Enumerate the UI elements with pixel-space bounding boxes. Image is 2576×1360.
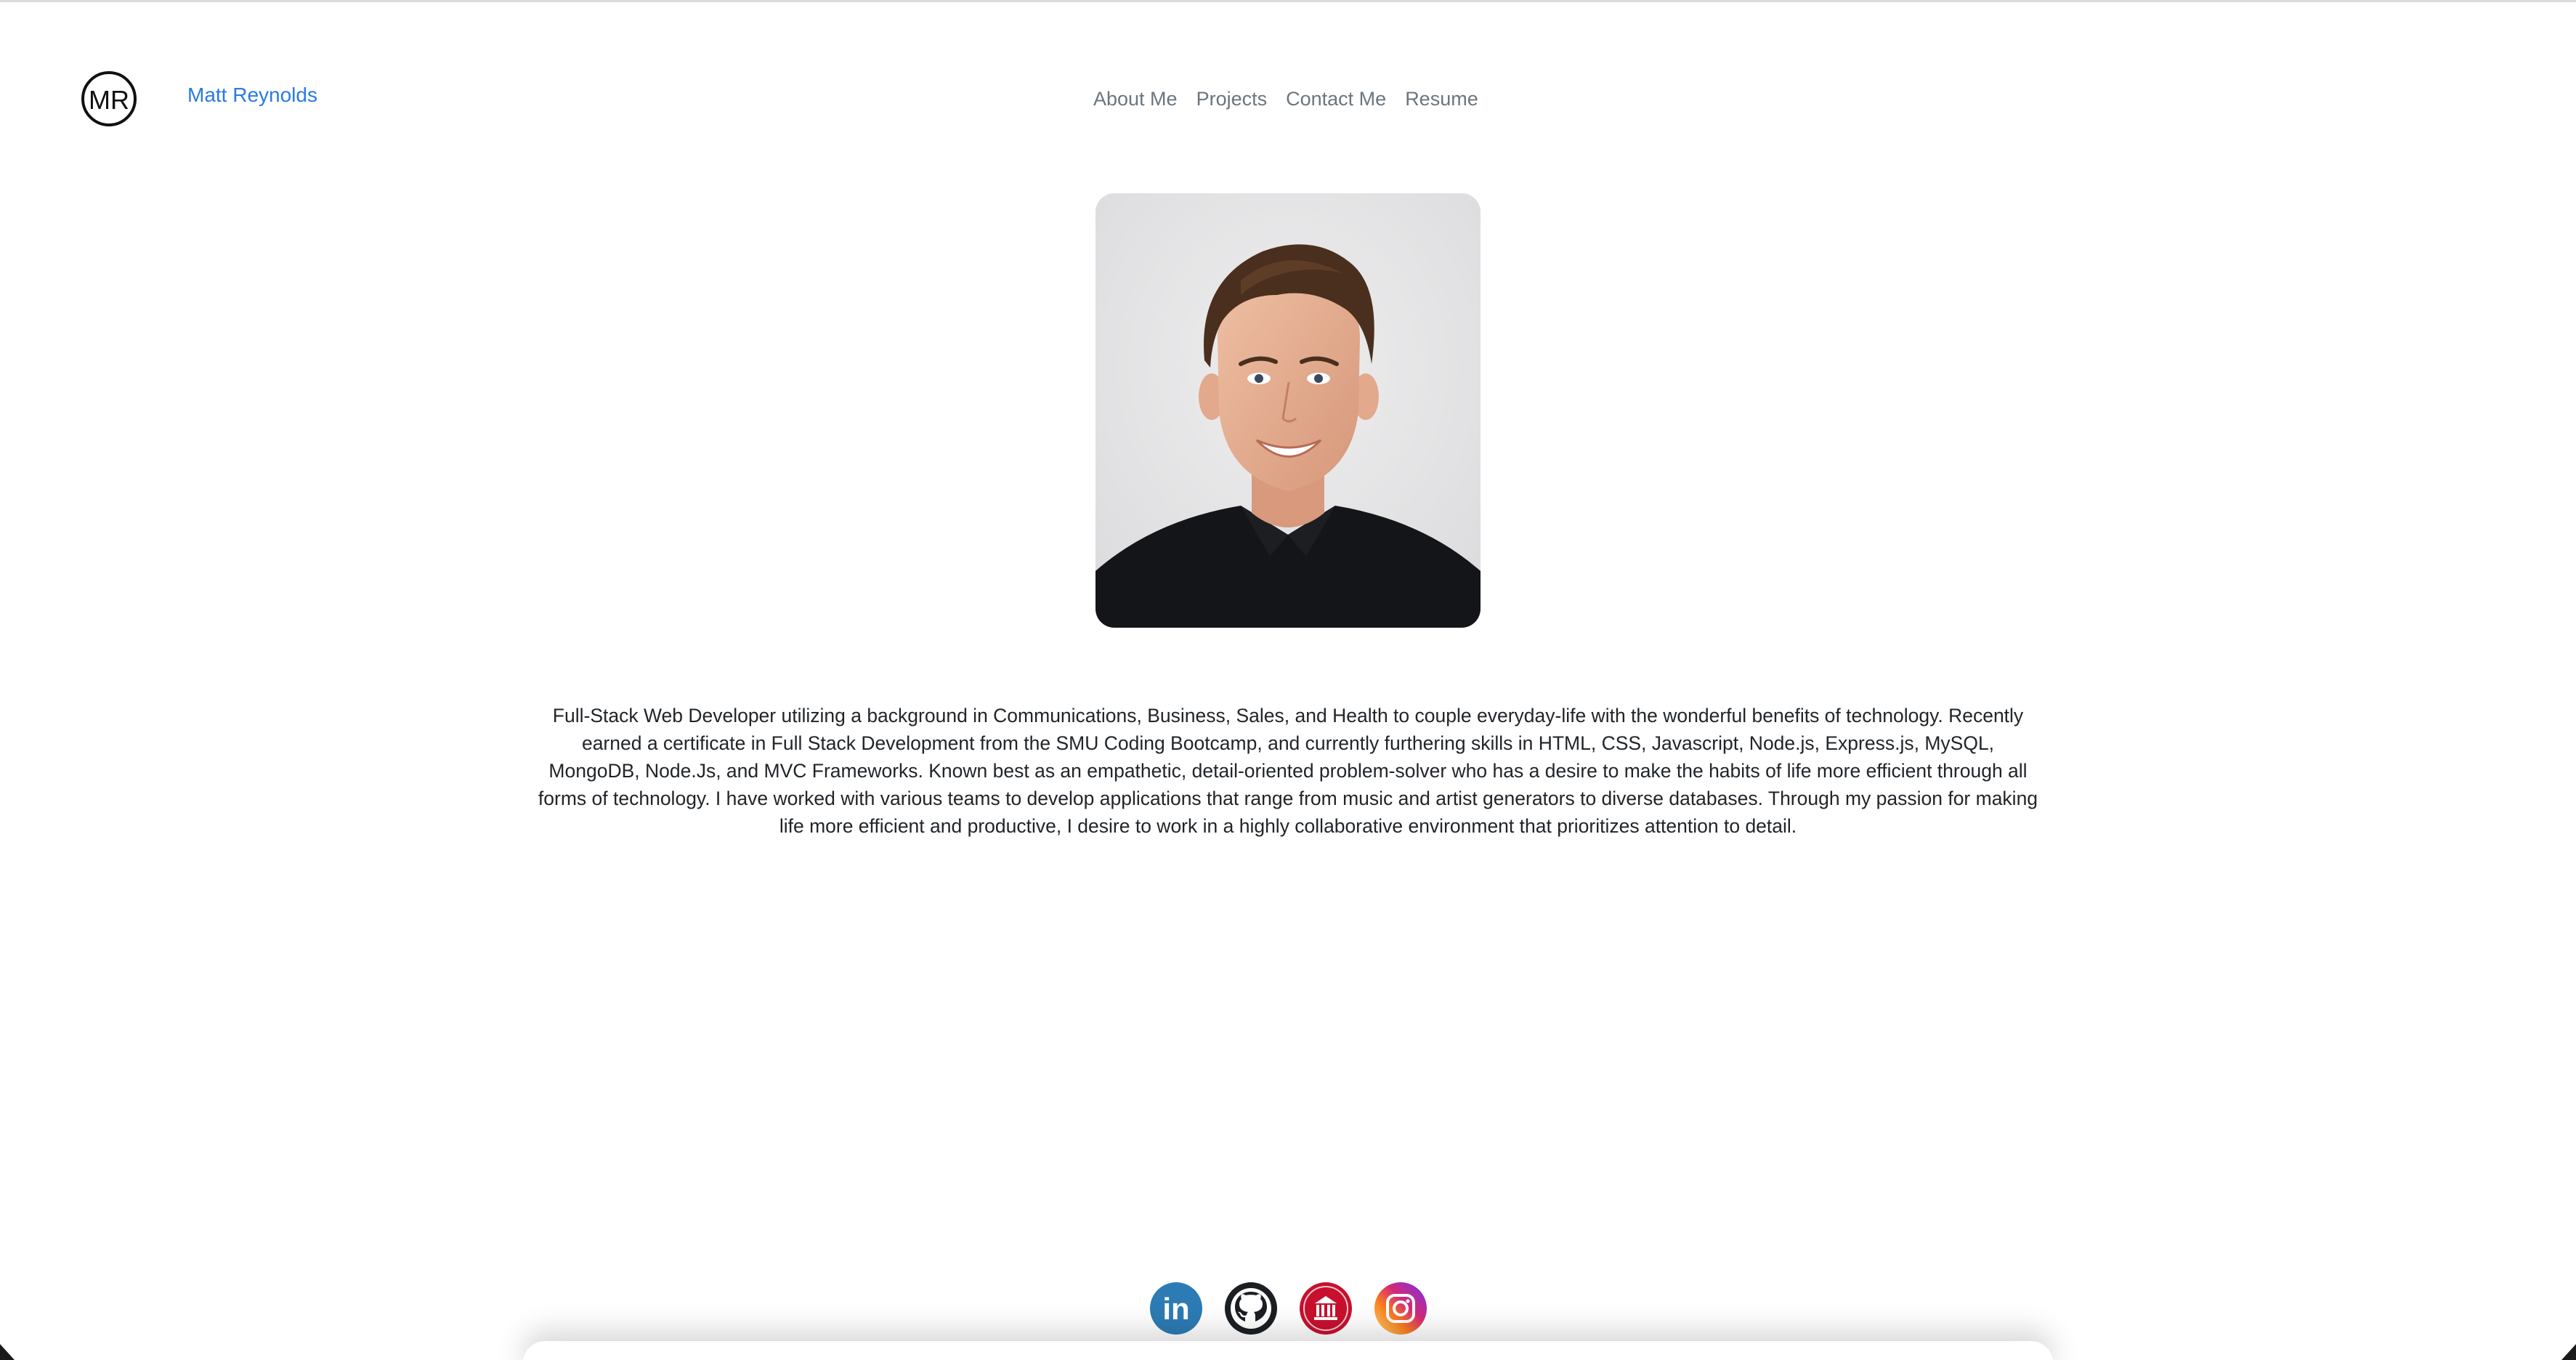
linkedin-icon[interactable]: in — [1149, 1282, 1203, 1335]
instagram-icon[interactable] — [1374, 1282, 1427, 1335]
main-nav: About Me Projects Contact Me Resume — [1093, 84, 1478, 113]
smu-icon[interactable] — [1299, 1282, 1353, 1335]
bottom-shadow-bar — [523, 1341, 2053, 1360]
logo-text: MR — [89, 85, 129, 115]
nav-contact-me[interactable]: Contact Me — [1286, 84, 1386, 113]
nav-projects[interactable]: Projects — [1196, 84, 1268, 113]
about-bio: Full-Stack Web Developer utilizing a bac… — [538, 705, 2038, 837]
mr-logo-icon[interactable]: MR — [80, 70, 138, 128]
profile-photo — [1095, 193, 1481, 628]
top-divider — [0, 0, 2576, 2]
nav-about-me[interactable]: About Me — [1093, 84, 1178, 113]
brand-name-link[interactable]: Matt Reynolds — [187, 82, 317, 108]
window-corner-left — [0, 1344, 15, 1360]
social-links: in — [1149, 1282, 1427, 1335]
linkedin-label: in — [1162, 1292, 1189, 1326]
window-corner-right — [2561, 1344, 2576, 1360]
nav-resume[interactable]: Resume — [1405, 84, 1478, 113]
github-icon[interactable] — [1224, 1282, 1278, 1335]
